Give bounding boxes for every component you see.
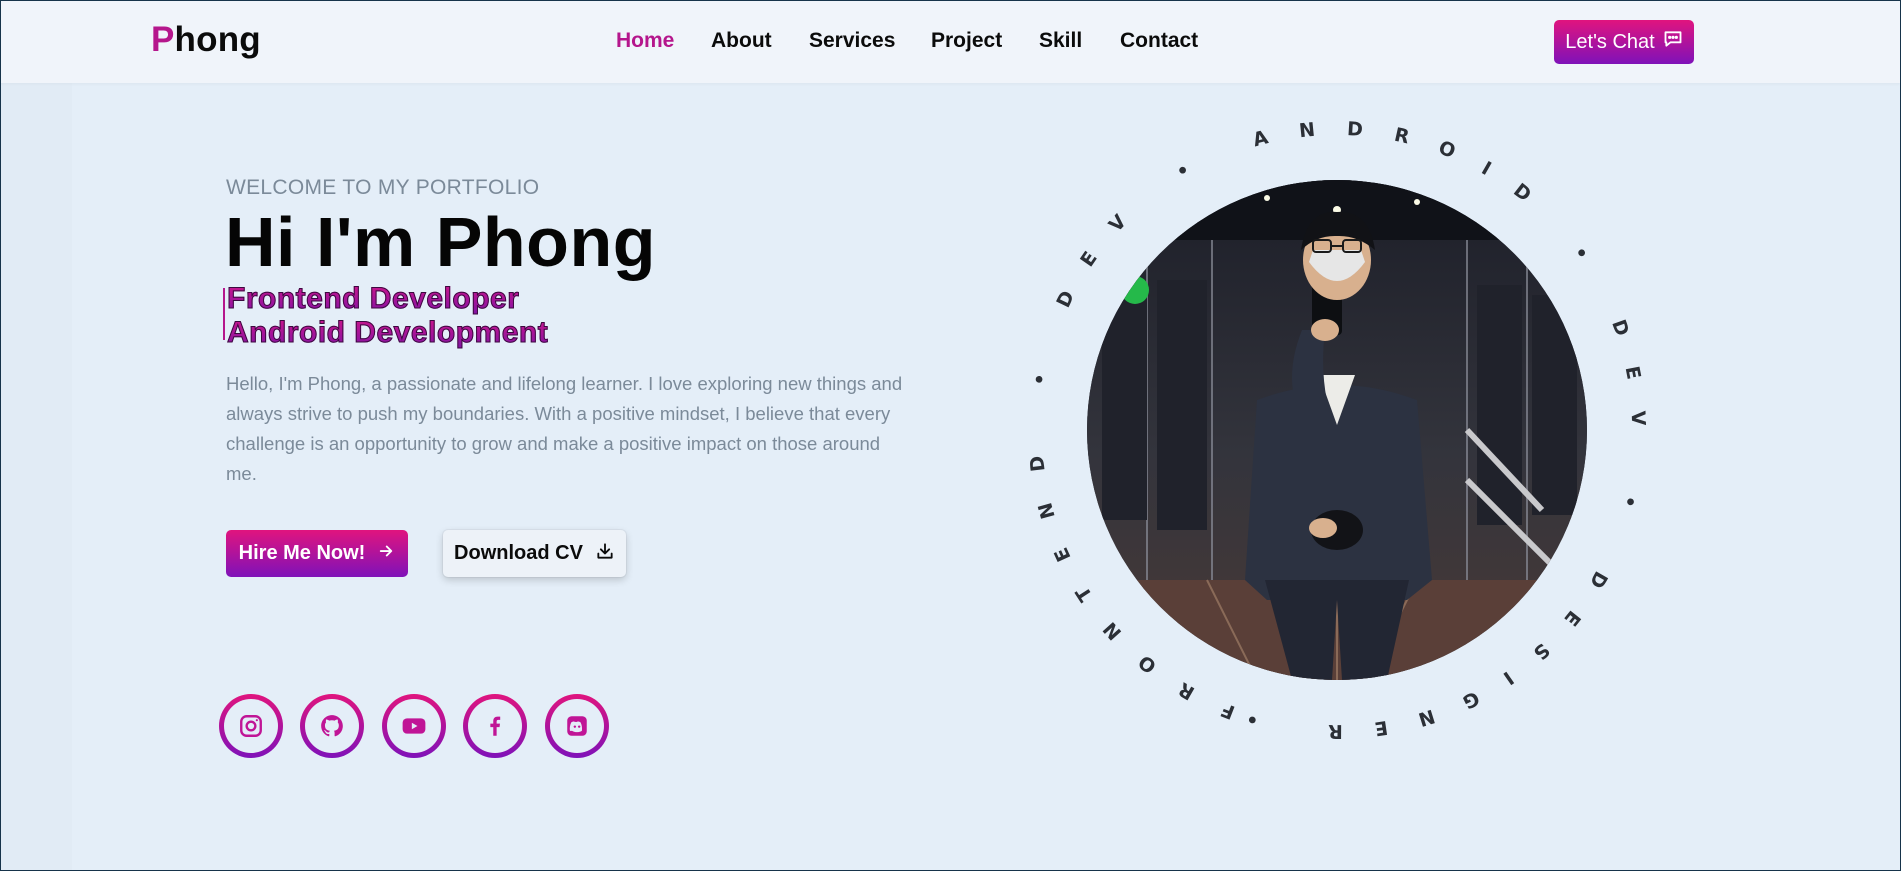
nav-link-skill[interactable]: Skill [1039,29,1082,53]
facebook-link-inner [468,699,522,753]
github-link-inner [305,699,359,753]
download-cv-button[interactable]: Download CV [443,530,626,577]
logo-text: hong [174,20,261,59]
ring-text: FRONTEND • DEV • ANDROID • DEV • DESIGNE… [1016,109,1658,751]
lets-chat-label: Let's Chat [1565,30,1655,53]
lets-chat-button[interactable]: Let's Chat [1554,20,1694,64]
hire-me-label: Hire Me Now! [238,542,366,564]
left-edge-strip [0,83,72,871]
arrow-right-icon [377,542,395,566]
instagram-icon [240,715,262,737]
github-icon [321,715,343,737]
chat-icon [1663,29,1683,55]
welcome-subtitle: WELCOME TO MY PORTFOLIO [226,176,540,199]
youtube-link-inner [387,699,441,753]
ring-text-path: FRONTEND • DEV • ANDROID • DEV • DESIGNE… [1016,109,1658,751]
nav-link-about[interactable]: About [711,29,772,53]
navbar: Phong Home About Services Project Skill … [0,0,1901,83]
youtube-link[interactable] [382,694,446,758]
facebook-link[interactable] [463,694,527,758]
hero-title: Hi I'm Phong [225,203,656,281]
github-link[interactable] [300,694,364,758]
youtube-icon [402,718,426,734]
nav-link-home[interactable]: Home [616,29,674,53]
discord-icon [567,716,587,736]
rotating-text-ring: FRONTEND • DEV • ANDROID • DEV • DESIGNE… [1016,109,1658,751]
role-android: Android Development [226,316,549,350]
role-frontend: Frontend Developer [226,282,520,316]
discord-link[interactable] [545,694,609,758]
nav-link-project[interactable]: Project [931,29,1002,53]
discord-link-inner [550,699,604,753]
logo-initial: P [151,20,175,59]
bio-paragraph: Hello, I'm Phong, a passionate and lifel… [226,373,903,484]
nav-link-services[interactable]: Services [809,29,895,53]
instagram-link-inner [224,699,278,753]
instagram-link[interactable] [219,694,283,758]
logo[interactable]: Phong [151,20,261,60]
typing-caret [223,288,225,340]
nav-link-contact[interactable]: Contact [1120,29,1198,53]
facebook-icon [490,716,501,736]
download-icon [595,541,615,567]
download-cv-label: Download CV [454,542,583,564]
hire-me-button[interactable]: Hire Me Now! [226,530,408,577]
